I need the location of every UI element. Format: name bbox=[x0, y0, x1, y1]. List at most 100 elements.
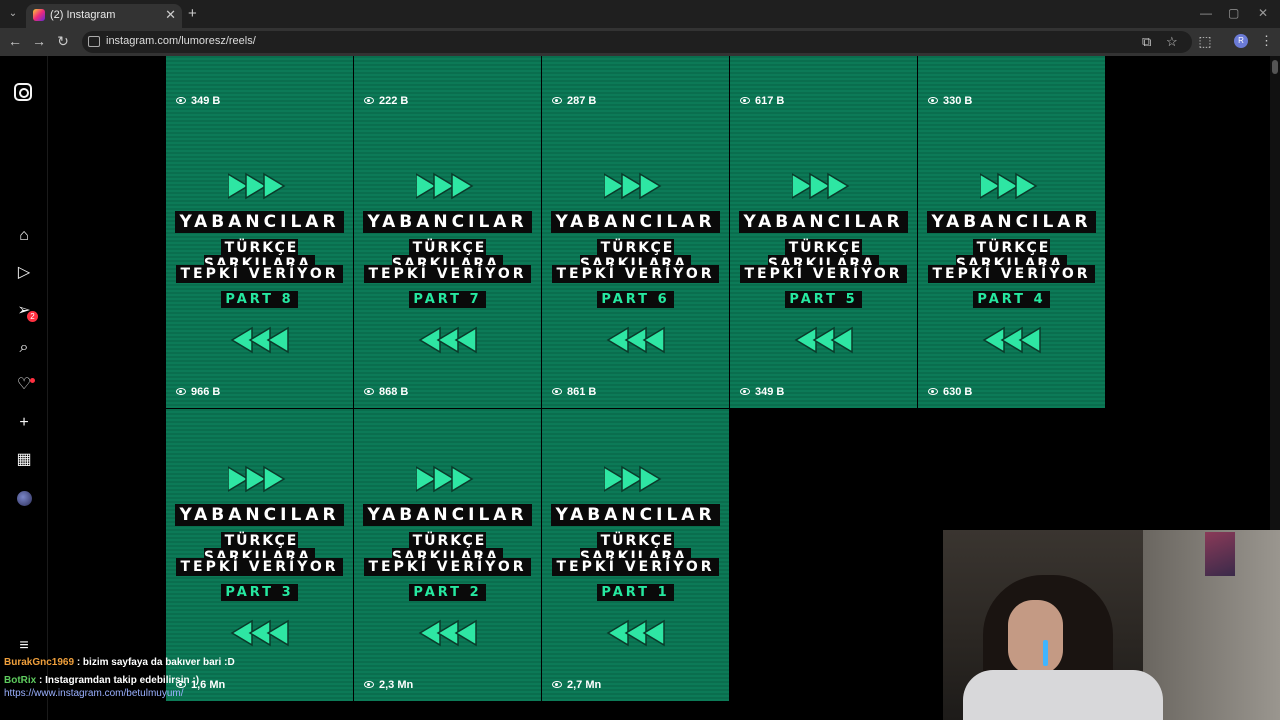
reel-tile[interactable]: YABANCILAR TÜRKÇE ŞARKILARA TEPKİ VERİYOR P… bbox=[542, 409, 729, 701]
reel-part-label: PART 5 bbox=[730, 291, 917, 308]
view-count: 222 B bbox=[364, 95, 408, 107]
eye-icon bbox=[552, 681, 562, 688]
tab-search-button[interactable]: ⌄ bbox=[4, 5, 22, 23]
reel-title-line3: TEPKİ VERİYOR bbox=[542, 558, 729, 576]
reel-title-line1: YABANCILAR bbox=[166, 211, 353, 233]
maximize-icon[interactable]: ▢ bbox=[1228, 6, 1239, 20]
reel-part-label: PART 8 bbox=[166, 291, 353, 308]
reel-title-line1: YABANCILAR bbox=[542, 504, 729, 526]
reels-icon[interactable]: ▷ bbox=[14, 263, 34, 283]
reel-tile[interactable]: 617 B bbox=[730, 56, 917, 116]
view-count: 861 B bbox=[552, 386, 596, 398]
reel-tile[interactable]: YABANCILAR TÜRKÇE ŞARKILARA TEPKİ VERİYOR P… bbox=[918, 116, 1105, 408]
reel-tile[interactable]: YABANCILAR TÜRKÇE ŞARKILARA TEPKİ VERİYOR P… bbox=[354, 409, 541, 701]
window-close-icon[interactable]: ✕ bbox=[1258, 6, 1268, 20]
address-bar[interactable]: instagram.com/lumoresz/reels/ ⧉ ☆ bbox=[82, 31, 1192, 53]
eye-icon bbox=[364, 681, 374, 688]
reload-icon[interactable]: ↻ bbox=[54, 33, 72, 50]
rewind-arrows-icon bbox=[418, 619, 480, 647]
search-icon[interactable]: ⌕ bbox=[14, 338, 34, 358]
reel-title-line1: YABANCILAR bbox=[730, 211, 917, 233]
view-count: 630 B bbox=[928, 386, 972, 398]
reel-tile[interactable]: YABANCILAR TÜRKÇE ŞARKILARA TEPKİ VERİYOR P… bbox=[730, 116, 917, 408]
back-icon[interactable]: ← bbox=[6, 33, 24, 49]
reel-part-label: PART 4 bbox=[918, 291, 1105, 308]
chat-message: BotRix : Instagramdan takip edebilirsin … bbox=[4, 675, 199, 686]
reel-tile[interactable]: 222 B bbox=[354, 56, 541, 116]
forward-arrows-icon bbox=[415, 172, 478, 200]
eye-icon bbox=[552, 388, 562, 395]
bookmark-star-icon[interactable]: ☆ bbox=[1166, 34, 1178, 50]
reel-title-line3: TEPKİ VERİYOR bbox=[166, 558, 353, 576]
instagram-favicon-icon bbox=[33, 9, 45, 21]
cast-icon[interactable]: ⧉ bbox=[1142, 34, 1151, 50]
reel-tile[interactable]: YABANCILAR TÜRKÇE ŞARKILARA TEPKİ VERİYOR P… bbox=[542, 116, 729, 408]
reel-part-label: PART 1 bbox=[542, 584, 729, 601]
forward-arrows-icon bbox=[227, 465, 290, 493]
reel-part-label: PART 2 bbox=[354, 584, 541, 601]
close-tab-icon[interactable]: ✕ bbox=[165, 7, 176, 23]
view-count: 330 B bbox=[928, 95, 972, 107]
browser-menu-icon[interactable]: ⋮ bbox=[1260, 33, 1273, 49]
rewind-arrows-icon bbox=[230, 326, 292, 354]
rewind-arrows-icon bbox=[606, 326, 668, 354]
reel-title-line3: TEPKİ VERİYOR bbox=[918, 265, 1105, 283]
forward-arrows-icon bbox=[603, 172, 666, 200]
reel-part-label: PART 3 bbox=[166, 584, 353, 601]
rewind-arrows-icon bbox=[982, 326, 1044, 354]
eye-icon bbox=[176, 388, 186, 395]
notification-badge: 2 bbox=[27, 311, 38, 322]
eye-icon bbox=[552, 97, 562, 104]
rewind-arrows-icon bbox=[794, 326, 856, 354]
browser-tabbar: ⌄ (2) Instagram ✕ + — ▢ ✕ bbox=[0, 0, 1280, 28]
reel-title-line1: YABANCILAR bbox=[354, 504, 541, 526]
minimize-icon[interactable]: — bbox=[1200, 6, 1212, 20]
eye-icon bbox=[928, 97, 938, 104]
scrollbar-thumb[interactable] bbox=[1272, 60, 1278, 74]
chat-username: BotRix bbox=[4, 675, 37, 686]
browser-tab[interactable]: (2) Instagram ✕ bbox=[26, 4, 182, 28]
browser-navbar: ← → ↻ instagram.com/lumoresz/reels/ ⧉ ☆ … bbox=[0, 28, 1280, 56]
home-icon[interactable]: ⌂ bbox=[14, 226, 34, 246]
reel-title-line1: YABANCILAR bbox=[918, 211, 1105, 233]
site-info-icon[interactable] bbox=[88, 36, 100, 47]
reel-tile[interactable]: 287 B bbox=[542, 56, 729, 116]
profile-avatar-icon[interactable]: R bbox=[1234, 34, 1248, 48]
dashboard-icon[interactable]: ▦ bbox=[14, 450, 34, 470]
reel-tile[interactable]: YABANCILAR TÜRKÇE ŞARKILARA TEPKİ VERİYOR P… bbox=[354, 116, 541, 408]
url-text[interactable]: instagram.com/lumoresz/reels/ bbox=[106, 35, 256, 47]
instagram-logo-icon[interactable] bbox=[14, 83, 34, 103]
reel-tile[interactable]: YABANCILAR TÜRKÇE ŞARKILARA TEPKİ VERİYOR P… bbox=[166, 116, 353, 408]
rewind-arrows-icon bbox=[230, 619, 292, 647]
chat-text: : Instagramdan takip edebilirsin :) bbox=[36, 675, 200, 686]
chat-link[interactable]: https://www.instagram.com/betulmuyum/ bbox=[4, 688, 184, 699]
reel-part-label: PART 7 bbox=[354, 291, 541, 308]
forward-arrows-icon bbox=[415, 465, 478, 493]
eye-icon bbox=[740, 388, 750, 395]
tab-title: (2) Instagram bbox=[50, 9, 116, 21]
profile-avatar[interactable] bbox=[17, 491, 32, 506]
create-icon[interactable]: + bbox=[14, 413, 34, 433]
eye-icon bbox=[176, 97, 186, 104]
new-tab-icon[interactable]: + bbox=[188, 5, 197, 22]
view-count: 287 B bbox=[552, 95, 596, 107]
reel-title-line1: YABANCILAR bbox=[166, 504, 353, 526]
instagram-sidebar: ⌂ ▷ ➢ 2 ⌕ ♡ + ▦ ≡ bbox=[0, 56, 48, 720]
reel-tile[interactable]: 330 B bbox=[918, 56, 1105, 116]
forward-arrows-icon bbox=[603, 465, 666, 493]
reel-title-line3: TEPKİ VERİYOR bbox=[730, 265, 917, 283]
forward-icon[interactable]: → bbox=[30, 33, 48, 49]
view-count: 868 B bbox=[364, 386, 408, 398]
extensions-icon[interactable]: ⬚ bbox=[1196, 33, 1214, 50]
eye-icon bbox=[364, 97, 374, 104]
chat-username: BurakGnc1969 bbox=[4, 657, 75, 668]
view-count: 966 B bbox=[176, 386, 220, 398]
chat-text: : bizim sayfaya da bakıver bari :D bbox=[74, 657, 235, 668]
reel-title-line1: YABANCILAR bbox=[354, 211, 541, 233]
forward-arrows-icon bbox=[791, 172, 854, 200]
eye-icon bbox=[740, 97, 750, 104]
forward-arrows-icon bbox=[979, 172, 1042, 200]
more-menu-icon[interactable]: ≡ bbox=[14, 636, 34, 656]
notification-dot bbox=[30, 378, 35, 383]
reel-tile[interactable]: 349 B bbox=[166, 56, 353, 116]
